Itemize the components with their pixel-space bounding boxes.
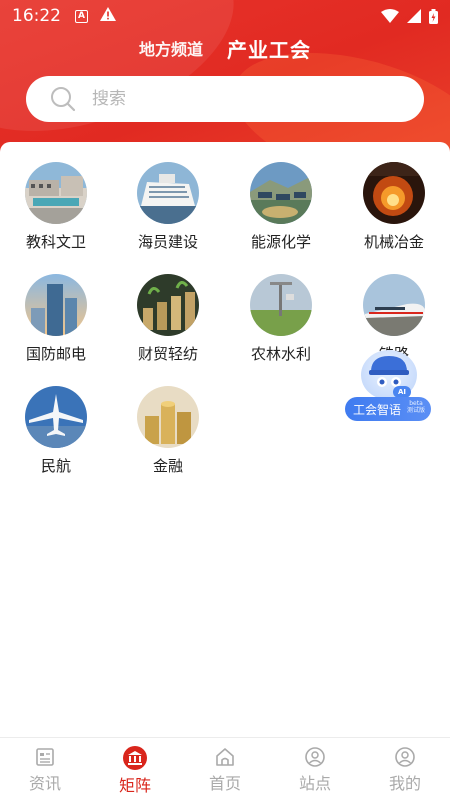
bottom-nav: 资讯 矩阵 首页 站点 我的 [0,737,450,800]
site-icon [305,747,325,767]
category-label: 民航 [40,457,71,475]
status-time: 16:22 [12,6,61,26]
battery-icon [429,8,438,24]
news-icon [36,748,54,766]
nav-label: 站点 [298,774,331,793]
coins-plant-photo [137,274,199,336]
coin-stack-photo [137,386,199,448]
nav-label: 资讯 [28,774,61,793]
search-bar[interactable] [26,76,424,122]
category-label: 海员建设 [137,233,198,251]
tab-local-channel[interactable]: 地方频道 [139,36,203,64]
nav-label: 首页 [208,774,241,793]
category-label: 能源化学 [250,233,311,251]
farm-weather-station-photo [250,274,312,336]
nav-home[interactable]: 首页 [180,738,270,800]
category-label: 农林水利 [250,345,311,363]
molten-metal-photo [363,162,425,224]
nav-news[interactable]: 资讯 [0,738,90,800]
accessibility-icon: A [75,9,88,23]
nav-label: 矩阵 [118,776,151,795]
signal-icon [407,9,421,23]
home-icon [216,748,234,766]
profile-icon [395,747,415,767]
school-building-photo [25,162,87,224]
nav-matrix[interactable]: 矩阵 [90,738,180,800]
bullet-train-photo [363,274,425,336]
wifi-icon [381,9,399,23]
warning-icon [100,7,116,25]
ai-assistant-pill[interactable]: 工会智语 beta 测试版 [345,397,431,421]
ai-beta-tag: beta 测试版 [407,400,425,414]
cruise-ship-photo [137,162,199,224]
solar-plant-photo [250,162,312,224]
category-item[interactable]: 国防邮电 [0,274,112,364]
category-item[interactable]: 农林水利 [225,274,337,364]
category-label: 财贸轻纺 [137,345,198,363]
category-label: 国防邮电 [25,345,86,363]
status-icons [381,8,438,24]
search-input[interactable] [92,89,392,109]
category-label: 机械冶金 [363,233,424,251]
category-item[interactable]: 海员建设 [112,162,224,252]
ai-assistant-button[interactable]: AI 工会智语 beta 测试版 [345,350,433,424]
nav-profile[interactable]: 我的 [360,738,450,800]
status-bar: 16:22 A [0,0,450,32]
ai-beta-text: beta [409,400,423,407]
category-card: 教科文卫 海员建设 能源化学 机械冶金 国防邮电 财贸轻纺 农林水利 民航 金融 [0,142,450,737]
ai-beta-subtext: 测试版 [406,407,425,414]
airplane-photo [25,386,87,448]
category-label: 教科文卫 [25,233,86,251]
tab-industry-union[interactable]: 产业工会 [227,34,311,64]
channel-tabs: 地方频道 产业工会 [0,34,450,64]
category-item[interactable]: 机械冶金 [338,162,450,252]
search-icon [51,87,76,112]
nav-site[interactable]: 站点 [270,738,360,800]
bank-icon [123,746,147,770]
category-item[interactable]: 财贸轻纺 [112,274,224,364]
ai-assistant-label: 工会智语 [353,402,402,417]
skyscraper-photo [25,274,87,336]
category-item[interactable]: 教科文卫 [0,162,112,252]
category-item[interactable]: 金融 [112,386,224,476]
nav-label: 我的 [388,774,421,793]
category-label: 金融 [152,457,183,475]
category-item[interactable]: 民航 [0,386,112,476]
category-item[interactable]: 能源化学 [225,162,337,252]
